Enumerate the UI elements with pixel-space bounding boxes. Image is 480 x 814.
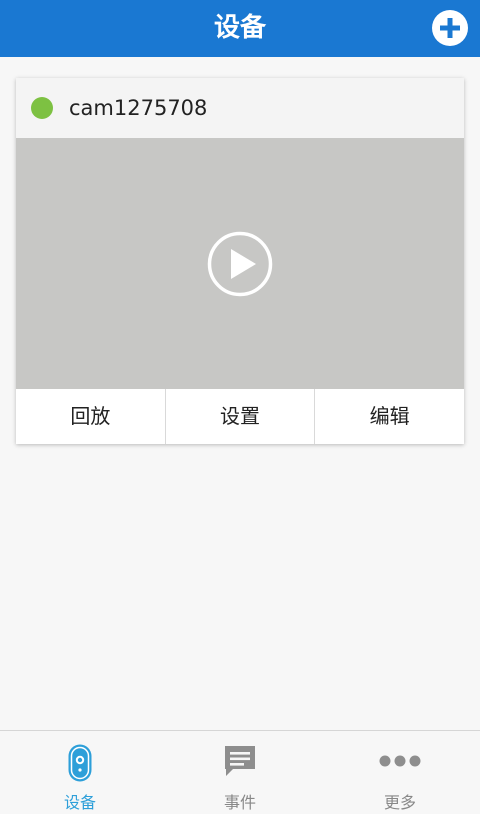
online-status-icon xyxy=(31,97,53,119)
device-card: cam1275708 回放 设置 编辑 xyxy=(16,78,464,444)
playback-button[interactable]: 回放 xyxy=(16,389,165,444)
tab-devices[interactable]: 设备 xyxy=(0,731,160,814)
device-name: cam1275708 xyxy=(69,96,208,120)
chat-icon xyxy=(225,746,255,776)
bottom-tab-bar: 设备 事件 更多 xyxy=(0,730,480,814)
settings-button[interactable]: 设置 xyxy=(164,389,315,444)
device-actions: 回放 设置 编辑 xyxy=(16,389,464,444)
camera-icon xyxy=(68,744,92,782)
device-card-header: cam1275708 xyxy=(16,78,464,138)
more-dots-icon xyxy=(379,755,421,767)
tab-devices-label: 设备 xyxy=(63,793,96,812)
add-device-button[interactable] xyxy=(432,10,468,46)
tab-events-label: 事件 xyxy=(223,793,256,812)
app-header: 设备 xyxy=(0,0,480,57)
plus-icon xyxy=(440,18,460,38)
tab-more[interactable]: 更多 xyxy=(320,731,480,814)
page-title: 设备 xyxy=(213,13,266,43)
edit-button[interactable]: 编辑 xyxy=(314,389,464,444)
tab-more-label: 更多 xyxy=(383,793,416,812)
tab-events[interactable]: 事件 xyxy=(160,731,320,814)
camera-preview[interactable] xyxy=(16,138,464,389)
play-icon[interactable] xyxy=(207,231,273,297)
